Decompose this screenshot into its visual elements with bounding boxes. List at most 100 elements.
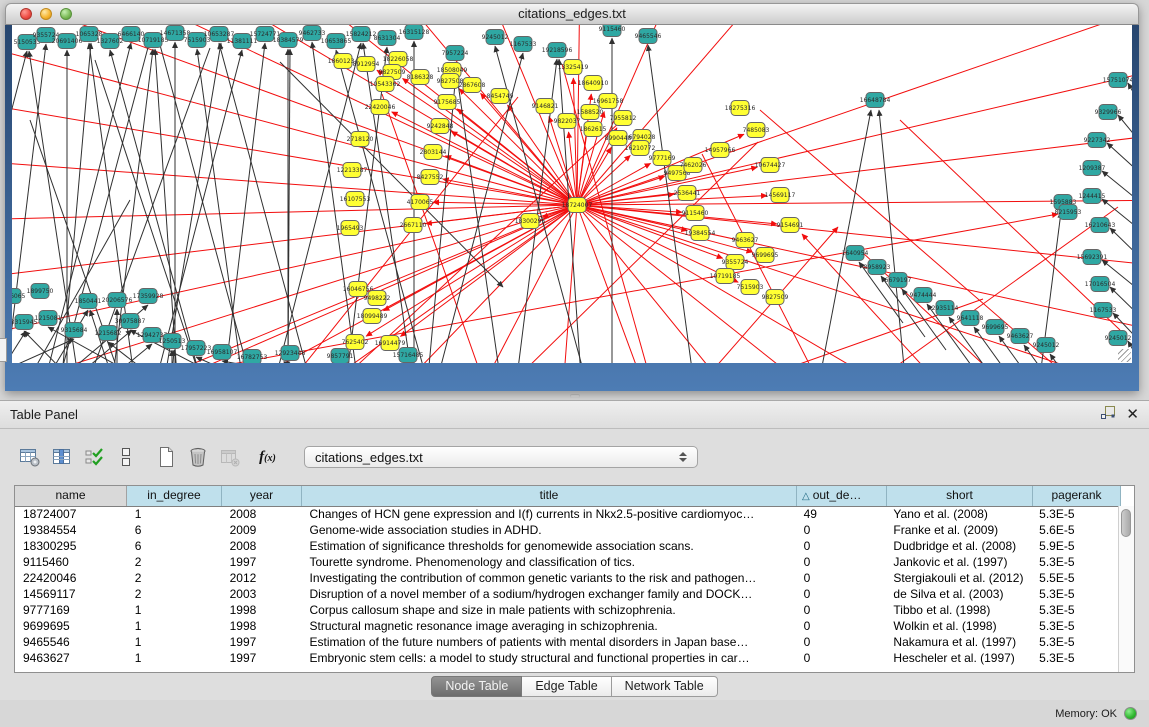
table-cell[interactable]: 9777169 xyxy=(15,602,127,618)
table-cell[interactable]: 6 xyxy=(127,538,222,554)
graph-node[interactable]: 8427552 xyxy=(417,170,444,185)
table-cell[interactable]: 2 xyxy=(127,554,222,570)
table-cell[interactable]: Embryonic stem cells: a model to study s… xyxy=(301,650,795,666)
table-cell[interactable]: 9465546 xyxy=(15,634,127,650)
table-cell[interactable]: 22420046 xyxy=(15,570,127,586)
graph-node[interactable]: 9498222 xyxy=(364,291,391,306)
zoom-window-button[interactable] xyxy=(60,8,72,20)
table-cell[interactable]: 0 xyxy=(796,618,886,634)
graph-node[interactable]: 18640910 xyxy=(578,76,609,91)
table-cell[interactable]: 0 xyxy=(796,522,886,538)
graph-node[interactable]: 7955812 xyxy=(610,111,637,126)
graph-node[interactable]: 9154691 xyxy=(777,218,804,233)
table-cell[interactable]: 5.5E-5 xyxy=(1031,570,1119,586)
graph-node[interactable]: 19218596 xyxy=(542,43,573,58)
table-cell[interactable]: 1 xyxy=(127,650,222,666)
table-cell[interactable]: 2003 xyxy=(222,586,302,602)
graph-node[interactable]: 2667110 xyxy=(400,218,427,233)
table-cell[interactable]: 1998 xyxy=(222,618,302,634)
graph-node[interactable]: 9641118 xyxy=(957,311,984,326)
table-cell[interactable]: Estimation of significance thresholds fo… xyxy=(301,538,795,554)
column-header-title[interactable]: title xyxy=(302,486,797,506)
table-cell[interactable]: 2 xyxy=(127,570,222,586)
graph-node[interactable]: 1862615 xyxy=(580,122,607,137)
table-cell[interactable]: 2008 xyxy=(222,538,302,554)
table-cell[interactable]: 5.3E-5 xyxy=(1031,634,1119,650)
vertical-scrollbar[interactable] xyxy=(1118,506,1134,672)
graph-node[interactable]: 9827509 xyxy=(762,290,789,305)
graph-node[interactable]: 11381111 xyxy=(227,34,258,49)
table-cell[interactable]: Investigating the contribution of common… xyxy=(301,570,795,586)
show-column-icon[interactable] xyxy=(48,444,75,471)
graph-node[interactable]: 17957223 xyxy=(181,341,212,356)
table-cell[interactable]: 5.3E-5 xyxy=(1031,586,1119,602)
table-cell[interactable]: 5.6E-5 xyxy=(1031,522,1119,538)
column-header-short[interactable]: short xyxy=(887,486,1033,506)
table-cell[interactable]: 1 xyxy=(127,506,222,522)
table-cell[interactable]: 2012 xyxy=(222,570,302,586)
graph-node[interactable]: 6679197 xyxy=(885,273,912,288)
table-cell[interactable]: Stergiakouli et al. (2012) xyxy=(885,570,1031,586)
column-header-name[interactable]: name xyxy=(15,486,127,506)
table-cell[interactable]: 5.3E-5 xyxy=(1031,650,1119,666)
merge-rows-icon[interactable] xyxy=(112,444,139,471)
graph-node[interactable]: 9227342 xyxy=(1084,133,1111,148)
minimize-window-button[interactable] xyxy=(40,8,52,20)
graph-node[interactable]: 20206576 xyxy=(102,293,133,308)
function-builder-icon[interactable]: f(x) xyxy=(254,444,281,471)
table-selector-dropdown[interactable]: citations_edges.txt xyxy=(304,446,698,468)
graph-node[interactable]: 15751074 xyxy=(1103,73,1132,88)
table-cell[interactable]: 0 xyxy=(796,634,886,650)
table-cell[interactable]: de Silva et al. (2003) xyxy=(885,586,1031,602)
table-cell[interactable]: Jankovic et al. (1997) xyxy=(885,554,1031,570)
graph-node[interactable]: 17016504 xyxy=(1085,277,1116,292)
delete-table-icon[interactable] xyxy=(216,444,243,471)
table-cell[interactable]: 0 xyxy=(796,650,886,666)
table-cell[interactable]: 1997 xyxy=(222,634,302,650)
graph-node[interactable]: 15724771 xyxy=(250,27,281,42)
close-window-button[interactable] xyxy=(20,8,32,20)
table-settings-icon[interactable] xyxy=(16,444,43,471)
graph-node[interactable]: 9175685 xyxy=(434,95,461,110)
table-cell[interactable]: Estimation of the future numbers of pati… xyxy=(301,634,795,650)
table-cell[interactable]: 0 xyxy=(796,602,886,618)
graph-node[interactable]: 9463627 xyxy=(732,233,759,248)
graph-node[interactable]: 10653865 xyxy=(321,34,352,49)
graph-node[interactable]: 19384554 xyxy=(685,226,716,241)
graph-node[interactable]: 14671358 xyxy=(160,26,191,41)
graph-node[interactable]: 18275316 xyxy=(725,101,756,116)
graph-node[interactable]: 2935114 xyxy=(932,301,959,316)
table-cell[interactable]: 9115460 xyxy=(15,554,127,570)
graph-node[interactable]: 9315684 xyxy=(61,323,88,338)
table-cell[interactable]: 0 xyxy=(796,538,886,554)
graph-node[interactable]: 9465546 xyxy=(635,29,662,44)
delete-rows-icon[interactable] xyxy=(184,444,211,471)
table-cell[interactable]: 0 xyxy=(796,586,886,602)
table-cell[interactable]: 5.3E-5 xyxy=(1031,554,1119,570)
memory-ok-icon[interactable] xyxy=(1124,707,1137,720)
table-cell[interactable]: 1 xyxy=(127,602,222,618)
table-cell[interactable]: 1997 xyxy=(222,650,302,666)
column-header-year[interactable]: year xyxy=(222,486,302,506)
table-cell[interactable]: Hescheler et al. (1997) xyxy=(885,650,1031,666)
graph-node[interactable]: 20691406 xyxy=(52,34,83,49)
graph-node[interactable]: 16315128 xyxy=(399,25,430,40)
graph-node[interactable]: 9329966 xyxy=(1095,105,1122,120)
table-cell[interactable]: 5.9E-5 xyxy=(1031,538,1119,554)
graph-node[interactable]: 1167533 xyxy=(510,37,537,52)
table-cell[interactable]: Genome-wide association studies in ADHD. xyxy=(301,522,795,538)
table-cell[interactable]: Corpus callosum shape and size in male p… xyxy=(301,602,795,618)
graph-node[interactable]: 1640954 xyxy=(842,246,869,261)
graph-node[interactable]: 15824212 xyxy=(346,27,377,42)
tab-edge-table[interactable]: Edge Table xyxy=(522,676,611,697)
table-cell[interactable]: 5.3E-5 xyxy=(1031,602,1119,618)
column-header-outde[interactable]: △out_de… xyxy=(797,486,887,506)
graph-node[interactable]: 14957966 xyxy=(705,143,736,158)
table-cell[interactable]: Tourette syndrome. Phenomenology and cla… xyxy=(301,554,795,570)
resize-grip-icon[interactable] xyxy=(1118,349,1131,362)
table-cell[interactable]: 0 xyxy=(796,554,886,570)
table-cell[interactable]: 5.3E-5 xyxy=(1031,618,1119,634)
graph-node[interactable]: 9355724 xyxy=(33,28,60,43)
new-table-icon[interactable] xyxy=(152,444,179,471)
close-panel-icon[interactable]: ✕ xyxy=(1126,407,1139,423)
